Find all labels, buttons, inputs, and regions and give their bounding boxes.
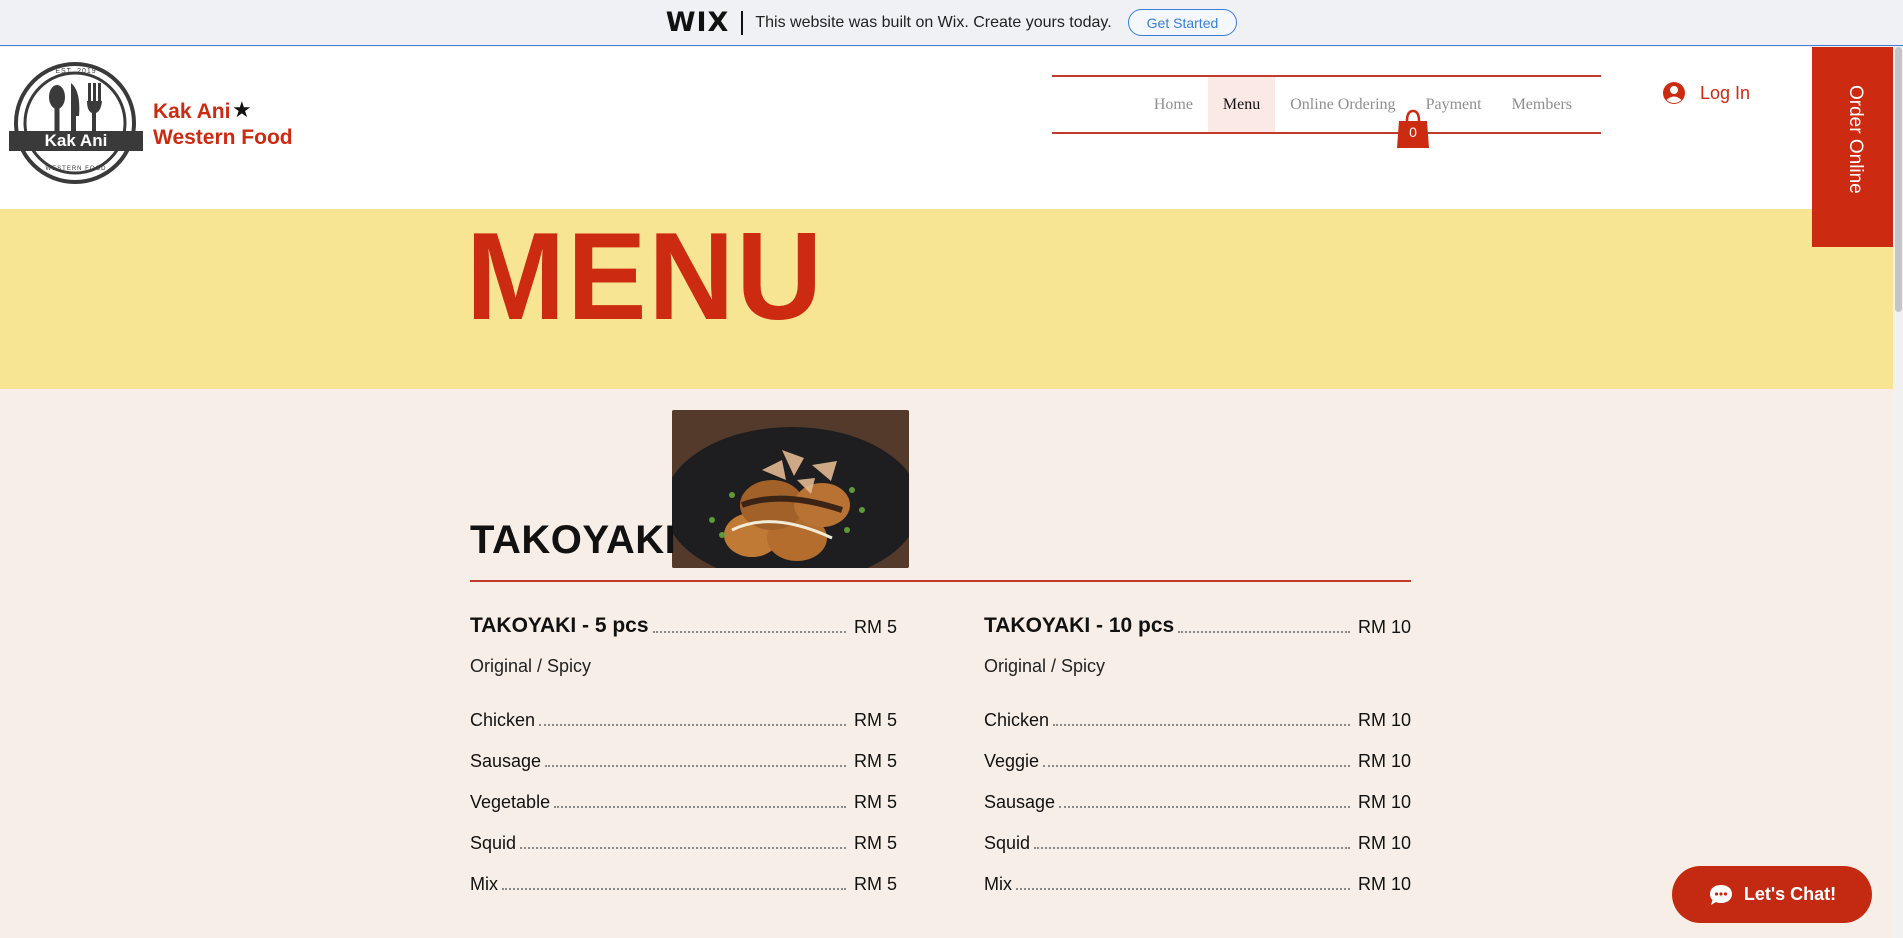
menu-heading-name: TAKOYAKI - 5 pcs — [470, 614, 649, 637]
main-nav: Home Menu Online Ordering Payment Member… — [1052, 75, 1601, 134]
dot-leader — [502, 888, 846, 890]
wix-banner-text: This website was built on Wix. Create yo… — [755, 13, 1112, 31]
menu-item-name: Vegetable — [470, 792, 551, 812]
menu-item-price: RM 5 — [853, 751, 897, 771]
dot-leader — [1034, 847, 1350, 849]
wix-divider — [741, 10, 744, 35]
login-button[interactable]: Log In — [1662, 81, 1750, 105]
menu-item-name: Veggie — [984, 751, 1040, 771]
lets-chat-button[interactable]: Let's Chat! — [1672, 866, 1872, 923]
dot-leader — [652, 631, 846, 633]
menu-section — [0, 389, 1893, 938]
dot-leader — [1059, 806, 1350, 808]
menu-item: Squid RM 5 — [470, 813, 897, 854]
order-online-label: Order Online — [1845, 85, 1866, 194]
menu-item-name: Sausage — [984, 792, 1056, 812]
takoyaki-photo — [672, 410, 909, 568]
menu-item: Sausage RM 10 — [984, 772, 1411, 813]
brand-line-2: Western Food — [153, 126, 293, 149]
page-scrollbar[interactable] — [1893, 47, 1903, 938]
dot-leader — [1178, 631, 1350, 633]
menu-item-price: RM 5 — [853, 874, 897, 894]
menu-heading-price: RM 10 — [1357, 617, 1411, 637]
dot-leader — [545, 765, 846, 767]
scrollbar-thumb[interactable] — [1895, 47, 1902, 312]
logo-bottom-text: WESTERN FOOD — [45, 166, 107, 172]
brand-name[interactable]: Kak Ani Western Food — [153, 99, 293, 151]
menu-column-5pcs: TAKOYAKI - 5 pcs RM 5 Original / Spicy C… — [470, 604, 897, 895]
menu-item-price: RM 5 — [853, 833, 897, 853]
menu-item-price: RM 5 — [853, 792, 897, 812]
menu-item-price: RM 10 — [1357, 833, 1411, 853]
chat-label: Let's Chat! — [1743, 884, 1837, 904]
menu-hero: MENU — [0, 209, 1893, 389]
cart-button[interactable]: 0 — [1396, 107, 1430, 149]
menu-heading-name: TAKOYAKI - 10 pcs — [984, 614, 1175, 637]
menu-item: Sausage RM 5 — [470, 731, 897, 772]
order-online-button[interactable]: Order Online — [1812, 47, 1893, 247]
menu-subtitle: Original / Spicy — [984, 655, 1106, 676]
menu-item-price: RM 5 — [853, 710, 897, 730]
menu-item: Chicken RM 5 — [470, 690, 897, 731]
dot-leader — [1043, 765, 1350, 767]
menu-heading-price: RM 5 — [853, 617, 897, 637]
menu-item-name: Squid — [984, 833, 1031, 853]
menu-item-name: Mix — [984, 874, 1012, 894]
user-icon — [1663, 82, 1685, 104]
menu-item-price: RM 10 — [1357, 751, 1411, 771]
logo-top-text: EST. 2019 — [55, 68, 97, 75]
menu-item: Mix RM 10 — [984, 854, 1411, 895]
dot-leader — [539, 724, 846, 726]
menu-heading-row: TAKOYAKI - 10 pcs RM 10 — [984, 604, 1411, 638]
cart-count: 0 — [1409, 124, 1417, 140]
menu-item-price: RM 10 — [1357, 710, 1411, 730]
nav-online-ordering[interactable]: Online Ordering — [1275, 77, 1410, 132]
menu-item-name: Mix — [470, 874, 498, 894]
menu-item: Mix RM 5 — [470, 854, 897, 895]
star-icon: ★ — [232, 97, 252, 122]
menu-item-name: Sausage — [470, 751, 542, 771]
brand-line-1: Kak Ani — [153, 100, 231, 123]
site-header: Kak Ani EST. 2019 WESTERN FOOD Kak Ani W… — [0, 47, 1893, 209]
menu-heading-row: TAKOYAKI - 5 pcs RM 5 — [470, 604, 897, 638]
menu-item-name: Chicken — [470, 710, 536, 730]
logo-name: Kak Ani — [44, 131, 108, 150]
category-title: TAKOYAKI — [470, 518, 677, 562]
nav-members[interactable]: Members — [1497, 77, 1587, 132]
wix-banner: WIX This website was built on Wix. Creat… — [0, 0, 1903, 46]
menu-item: Chicken RM 10 — [984, 690, 1411, 731]
menu-subtitle: Original / Spicy — [470, 655, 592, 676]
nav-home[interactable]: Home — [1139, 77, 1208, 132]
menu-item-name: Chicken — [984, 710, 1050, 730]
menu-item: Squid RM 10 — [984, 813, 1411, 854]
nav-menu[interactable]: Menu — [1207, 77, 1276, 132]
dot-leader — [554, 806, 846, 808]
get-started-button[interactable]: Get Started — [1127, 9, 1238, 36]
chat-bubble-icon — [1709, 884, 1732, 905]
menu-item-price: RM 10 — [1357, 874, 1411, 894]
category-divider — [470, 580, 1411, 582]
menu-column-10pcs: TAKOYAKI - 10 pcs RM 10 Original / Spicy… — [984, 604, 1411, 895]
dot-leader — [520, 847, 846, 849]
wix-logo[interactable]: WIX — [666, 7, 730, 38]
login-label: Log In — [1700, 82, 1751, 103]
dot-leader — [1053, 724, 1350, 726]
menu-item: Veggie RM 10 — [984, 731, 1411, 772]
page-title: MENU — [466, 208, 825, 346]
menu-item-price: RM 10 — [1357, 792, 1411, 812]
menu-item: Vegetable RM 5 — [470, 772, 897, 813]
menu-item-name: Squid — [470, 833, 517, 853]
dot-leader — [1016, 888, 1350, 890]
